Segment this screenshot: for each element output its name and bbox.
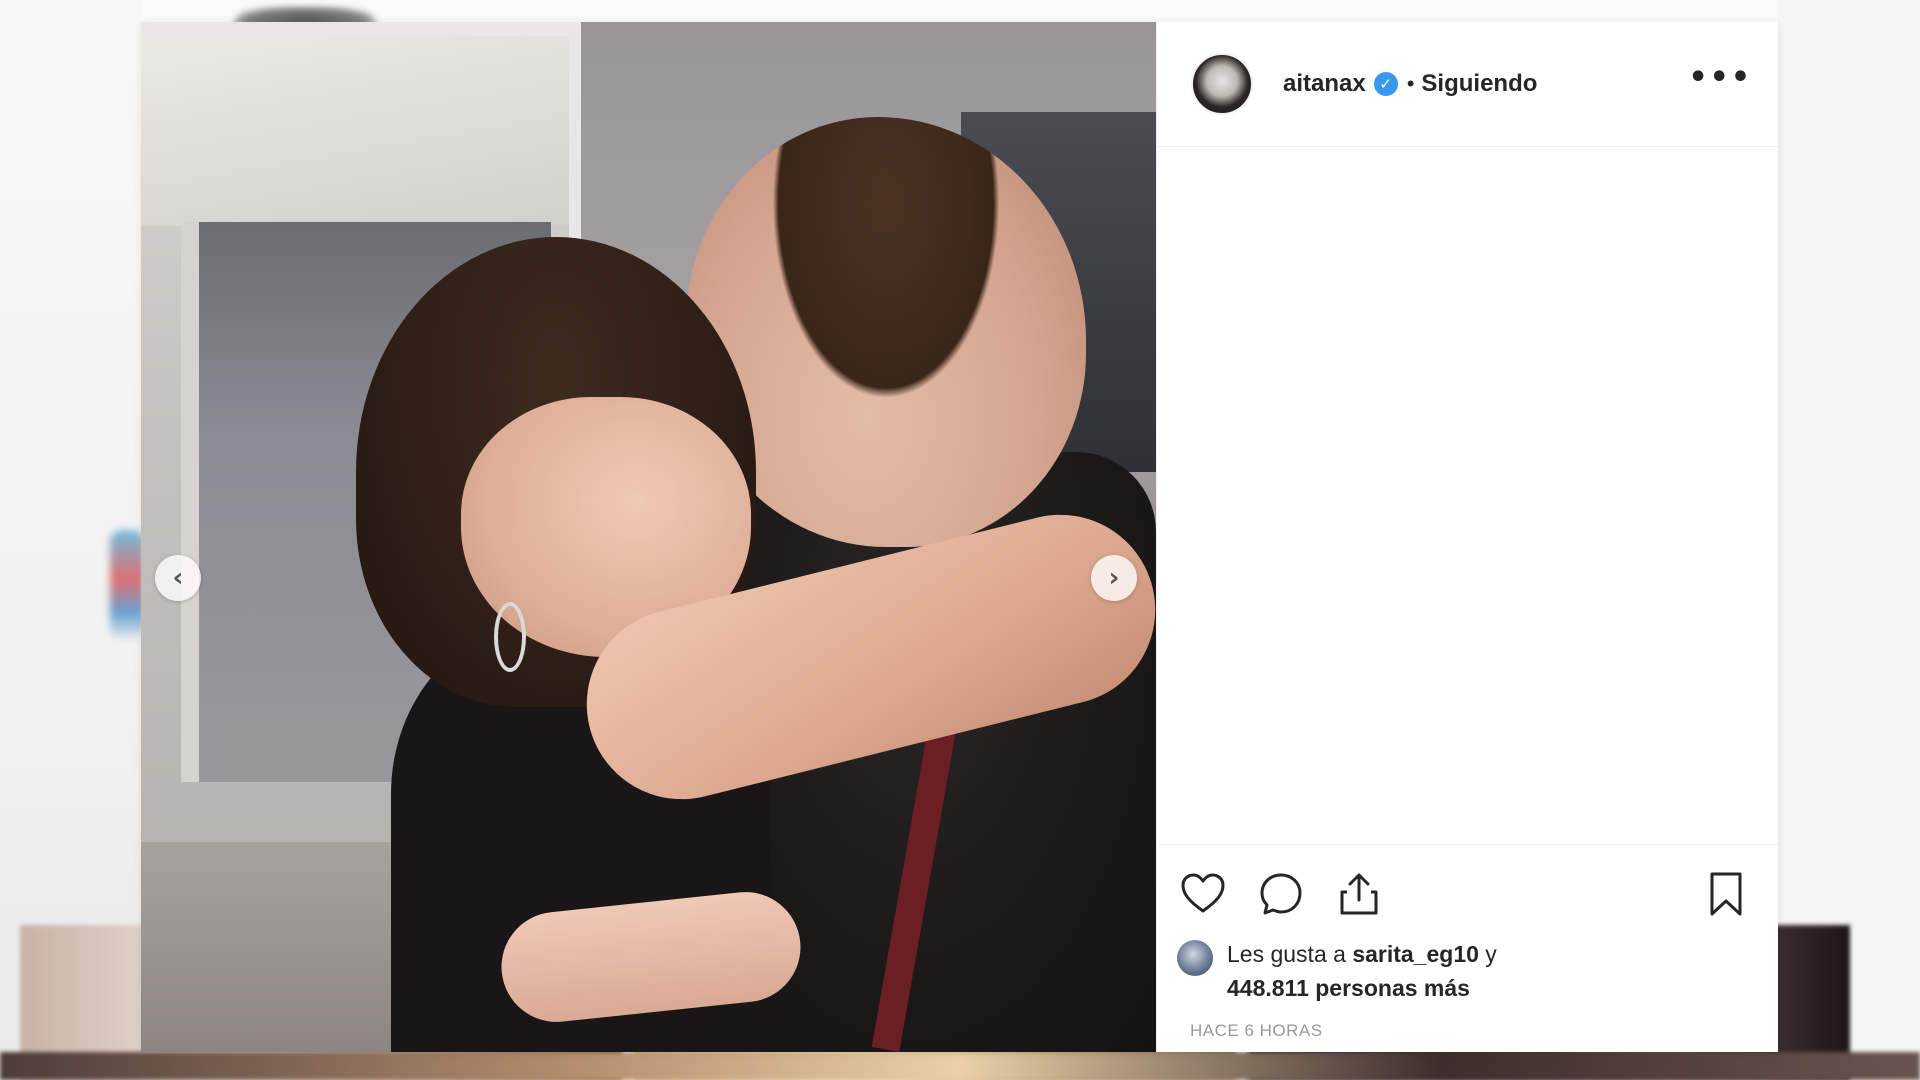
photo-earring <box>494 602 526 672</box>
photo-ceiling <box>141 36 569 226</box>
author-avatar[interactable] <box>1191 53 1253 115</box>
background-left-thumbnail <box>110 530 144 640</box>
post-modal: ‹ › aitanax ✓ • Siguiendo ••• Les gusta … <box>141 22 1778 1052</box>
likes-text: Les gusta a sarita_eg10 y 448.811 person… <box>1227 937 1497 1005</box>
post-photo[interactable]: ‹ › <box>141 22 1156 1052</box>
header-separator: • <box>1406 71 1415 96</box>
liker-username-link[interactable]: sarita_eg10 <box>1352 941 1479 967</box>
comment-icon <box>1260 873 1302 915</box>
likes-prefix: Les gusta a <box>1227 941 1346 967</box>
likes-count-link[interactable]: 448.811 personas más <box>1227 975 1470 1001</box>
follow-status-button[interactable]: Siguiendo <box>1421 70 1537 98</box>
post-timestamp[interactable]: HACE 6 HORAS <box>1190 1021 1323 1041</box>
likes-summary: Les gusta a sarita_eg10 y 448.811 person… <box>1177 937 1752 1005</box>
more-options-icon[interactable]: ••• <box>1688 63 1752 105</box>
chevron-right-icon: › <box>1108 563 1120 593</box>
like-button[interactable] <box>1177 868 1229 920</box>
carousel-next-button[interactable]: › <box>1091 555 1137 601</box>
carousel-prev-button[interactable]: ‹ <box>155 555 201 601</box>
chevron-left-icon: ‹ <box>172 563 184 593</box>
bookmark-icon <box>1710 872 1742 916</box>
comment-button[interactable] <box>1255 868 1307 920</box>
likes-conjunction: y <box>1485 941 1497 967</box>
heart-icon <box>1181 873 1225 913</box>
save-button[interactable] <box>1700 868 1752 920</box>
post-footer: Les gusta a sarita_eg10 y 448.811 person… <box>1157 844 1778 1052</box>
action-bar <box>1177 859 1752 929</box>
background-bottom-strip <box>0 1052 1920 1080</box>
verified-badge-icon: ✓ <box>1373 72 1398 96</box>
post-header: aitanax ✓ • Siguiendo ••• <box>1157 22 1778 147</box>
liker-avatar[interactable] <box>1177 940 1213 976</box>
background-right-strip <box>1778 0 1920 1080</box>
comments-area <box>1157 147 1778 844</box>
author-username[interactable]: aitanax <box>1283 70 1366 98</box>
post-side-panel: aitanax ✓ • Siguiendo ••• Les gusta a sa… <box>1156 22 1778 1052</box>
share-icon <box>1340 873 1378 915</box>
share-button[interactable] <box>1333 868 1385 920</box>
